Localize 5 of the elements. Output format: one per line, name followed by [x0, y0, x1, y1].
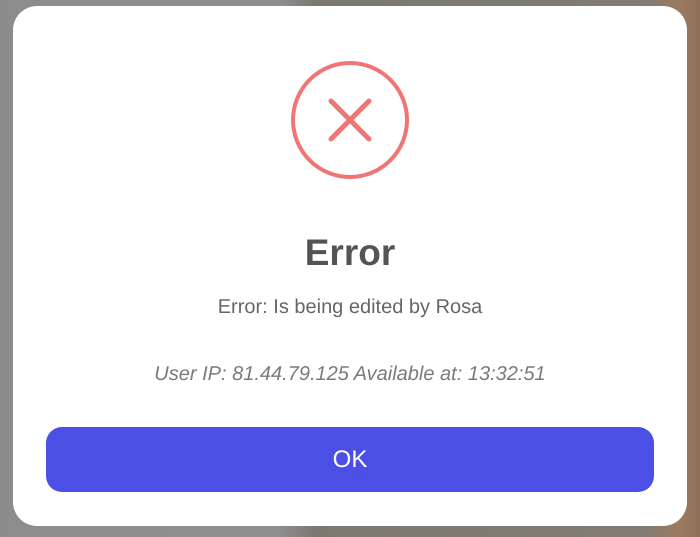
- ok-button[interactable]: OK: [46, 427, 654, 492]
- detail-text: User IP: 81.44.79.125 Available at: 13:32:51: [154, 363, 546, 386]
- dialog-title: Error: [304, 232, 396, 274]
- error-message: Error: Is being edited by Rosa: [218, 296, 482, 319]
- error-icon: [290, 60, 410, 180]
